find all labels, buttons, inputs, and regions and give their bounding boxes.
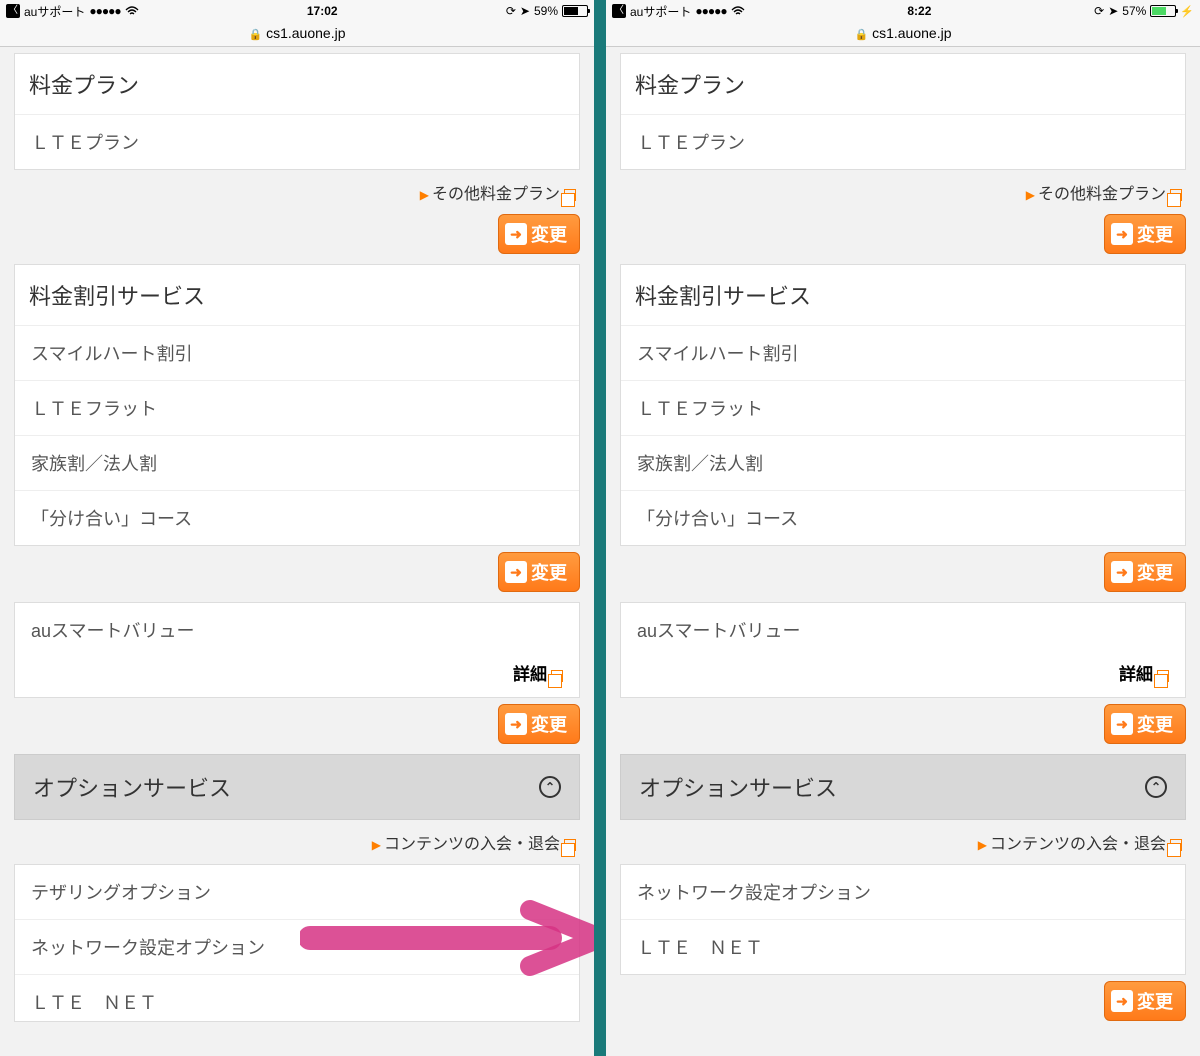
battery-percent: 59% (534, 4, 558, 18)
lock-icon: 🔒 (855, 29, 869, 41)
content-subscribe-link[interactable]: ▶コンテンツの入会・退会 (14, 820, 580, 858)
url-bar[interactable]: 🔒 cs1.auone.jp (606, 22, 1200, 47)
discount-section: 料金割引サービス スマイルハート割引 ＬＴＥフラット 家族割／法人割 「分け合い… (620, 264, 1186, 546)
back-app-label[interactable]: auサポート (630, 3, 691, 20)
other-plans-link[interactable]: ▶その他料金プラン (620, 170, 1186, 208)
arrow-right-icon: ➜ (505, 561, 527, 583)
back-to-app-icon[interactable]: 〈 (612, 4, 626, 18)
signal-icon: ●●●●● (695, 4, 726, 18)
option-item-network[interactable]: ネットワーク設定オプション (621, 865, 1185, 920)
smartvalue-section: auスマートバリュー 詳細 (620, 602, 1186, 698)
arrow-right-icon: ➜ (505, 223, 527, 245)
change-plan-button[interactable]: ➜変更 (498, 214, 580, 254)
triangle-icon: ▶ (420, 188, 429, 202)
lock-icon: 🔒 (249, 29, 263, 41)
discount-header: 料金割引サービス (15, 265, 579, 326)
option-item-tethering[interactable]: テザリングオプション (15, 865, 579, 920)
discount-item[interactable]: ＬＴＥフラット (15, 381, 579, 436)
orientation-lock-icon: ⟳ (506, 4, 516, 18)
other-plans-link[interactable]: ▶その他料金プラン (14, 170, 580, 208)
external-icon (551, 670, 563, 682)
change-discount-button[interactable]: ➜変更 (1104, 552, 1186, 592)
phone-right: 〈 auサポート ●●●●● 8:22 ⟳ ➤ 57% ⚡ 🔒 cs1.auon… (606, 0, 1200, 1056)
discount-item[interactable]: スマイルハート割引 (15, 326, 579, 381)
external-icon (1170, 839, 1182, 851)
plan-section: 料金プラン ＬＴＥプラン (14, 53, 580, 170)
detail-link[interactable]: 詳細 (621, 656, 1185, 697)
plan-item[interactable]: ＬＴＥプラン (621, 115, 1185, 169)
wifi-icon (731, 6, 745, 16)
arrow-right-icon: ➜ (1111, 223, 1133, 245)
option-list: テザリングオプション ネットワーク設定オプション ＬＴＥ ＮＥＴ (14, 864, 580, 1022)
discount-header: 料金割引サービス (621, 265, 1185, 326)
external-icon (1157, 670, 1169, 682)
arrow-right-icon: ➜ (1111, 561, 1133, 583)
arrow-right-icon: ➜ (505, 713, 527, 735)
signal-icon: ●●●●● (89, 4, 120, 18)
phone-left: 〈 auサポート ●●●●● 17:02 ⟳ ➤ 59% 🔒 cs1.auone… (0, 0, 594, 1056)
external-icon (1170, 189, 1182, 201)
wifi-icon (125, 6, 139, 16)
back-app-label[interactable]: auサポート (24, 3, 85, 20)
discount-item[interactable]: スマイルハート割引 (621, 326, 1185, 381)
url-bar[interactable]: 🔒 cs1.auone.jp (0, 22, 594, 47)
discount-item[interactable]: 「分け合い」コース (15, 491, 579, 545)
status-bar: 〈 auサポート ●●●●● 8:22 ⟳ ➤ 57% ⚡ (606, 0, 1200, 22)
external-icon (564, 189, 576, 201)
option-list: ネットワーク設定オプション ＬＴＥ ＮＥＴ (620, 864, 1186, 975)
discount-item[interactable]: 家族割／法人割 (15, 436, 579, 491)
option-item-ltenet[interactable]: ＬＴＥ ＮＥＴ (621, 920, 1185, 974)
option-item-ltenet[interactable]: ＬＴＥ ＮＥＴ (15, 975, 579, 1021)
plan-section: 料金プラン ＬＴＥプラン (620, 53, 1186, 170)
page-content: 料金プラン ＬＴＥプラン ▶その他料金プラン ➜変更 料金割引サービス スマイル… (606, 47, 1200, 1056)
location-icon: ➤ (520, 4, 530, 18)
triangle-icon: ▶ (372, 838, 381, 852)
battery-percent: 57% (1122, 4, 1146, 18)
discount-item[interactable]: ＬＴＥフラット (621, 381, 1185, 436)
discount-item[interactable]: 家族割／法人割 (621, 436, 1185, 491)
arrow-right-icon: ➜ (1111, 713, 1133, 735)
page-content: 料金プラン ＬＴＥプラン ▶その他料金プラン ➜変更 料金割引サービス スマイル… (0, 47, 594, 1056)
change-discount-button[interactable]: ➜変更 (498, 552, 580, 592)
chevron-up-icon[interactable]: ⌃ (539, 776, 561, 798)
smartvalue-item[interactable]: auスマートバリュー (621, 603, 1185, 657)
change-smartvalue-button[interactable]: ➜変更 (498, 704, 580, 744)
back-to-app-icon[interactable]: 〈 (6, 4, 20, 18)
discount-section: 料金割引サービス スマイルハート割引 ＬＴＥフラット 家族割／法人割 「分け合い… (14, 264, 580, 546)
option-item-network[interactable]: ネットワーク設定オプション (15, 920, 579, 975)
option-header[interactable]: オプションサービス ⌃ (620, 754, 1186, 820)
location-icon: ➤ (1108, 4, 1118, 18)
status-time: 8:22 (907, 4, 931, 18)
plan-header: 料金プラン (621, 54, 1185, 115)
orientation-lock-icon: ⟳ (1094, 4, 1104, 18)
change-plan-button[interactable]: ➜変更 (1104, 214, 1186, 254)
url-text: cs1.auone.jp (266, 25, 345, 41)
option-header[interactable]: オプションサービス ⌃ (14, 754, 580, 820)
chevron-up-icon[interactable]: ⌃ (1145, 776, 1167, 798)
detail-link[interactable]: 詳細 (15, 656, 579, 697)
change-smartvalue-button[interactable]: ➜変更 (1104, 704, 1186, 744)
external-icon (564, 839, 576, 851)
triangle-icon: ▶ (1026, 188, 1035, 202)
plan-item[interactable]: ＬＴＥプラン (15, 115, 579, 169)
arrow-right-icon: ➜ (1111, 990, 1133, 1012)
url-text: cs1.auone.jp (872, 25, 951, 41)
battery-icon (562, 5, 588, 17)
status-time: 17:02 (307, 4, 338, 18)
change-option-button[interactable]: ➜変更 (1104, 981, 1186, 1021)
discount-item[interactable]: 「分け合い」コース (621, 491, 1185, 545)
status-bar: 〈 auサポート ●●●●● 17:02 ⟳ ➤ 59% (0, 0, 594, 22)
content-subscribe-link[interactable]: ▶コンテンツの入会・退会 (620, 820, 1186, 858)
smartvalue-section: auスマートバリュー 詳細 (14, 602, 580, 698)
plan-header: 料金プラン (15, 54, 579, 115)
battery-icon (1150, 5, 1176, 17)
smartvalue-item[interactable]: auスマートバリュー (15, 603, 579, 657)
charging-icon: ⚡ (1180, 5, 1194, 18)
triangle-icon: ▶ (978, 838, 987, 852)
